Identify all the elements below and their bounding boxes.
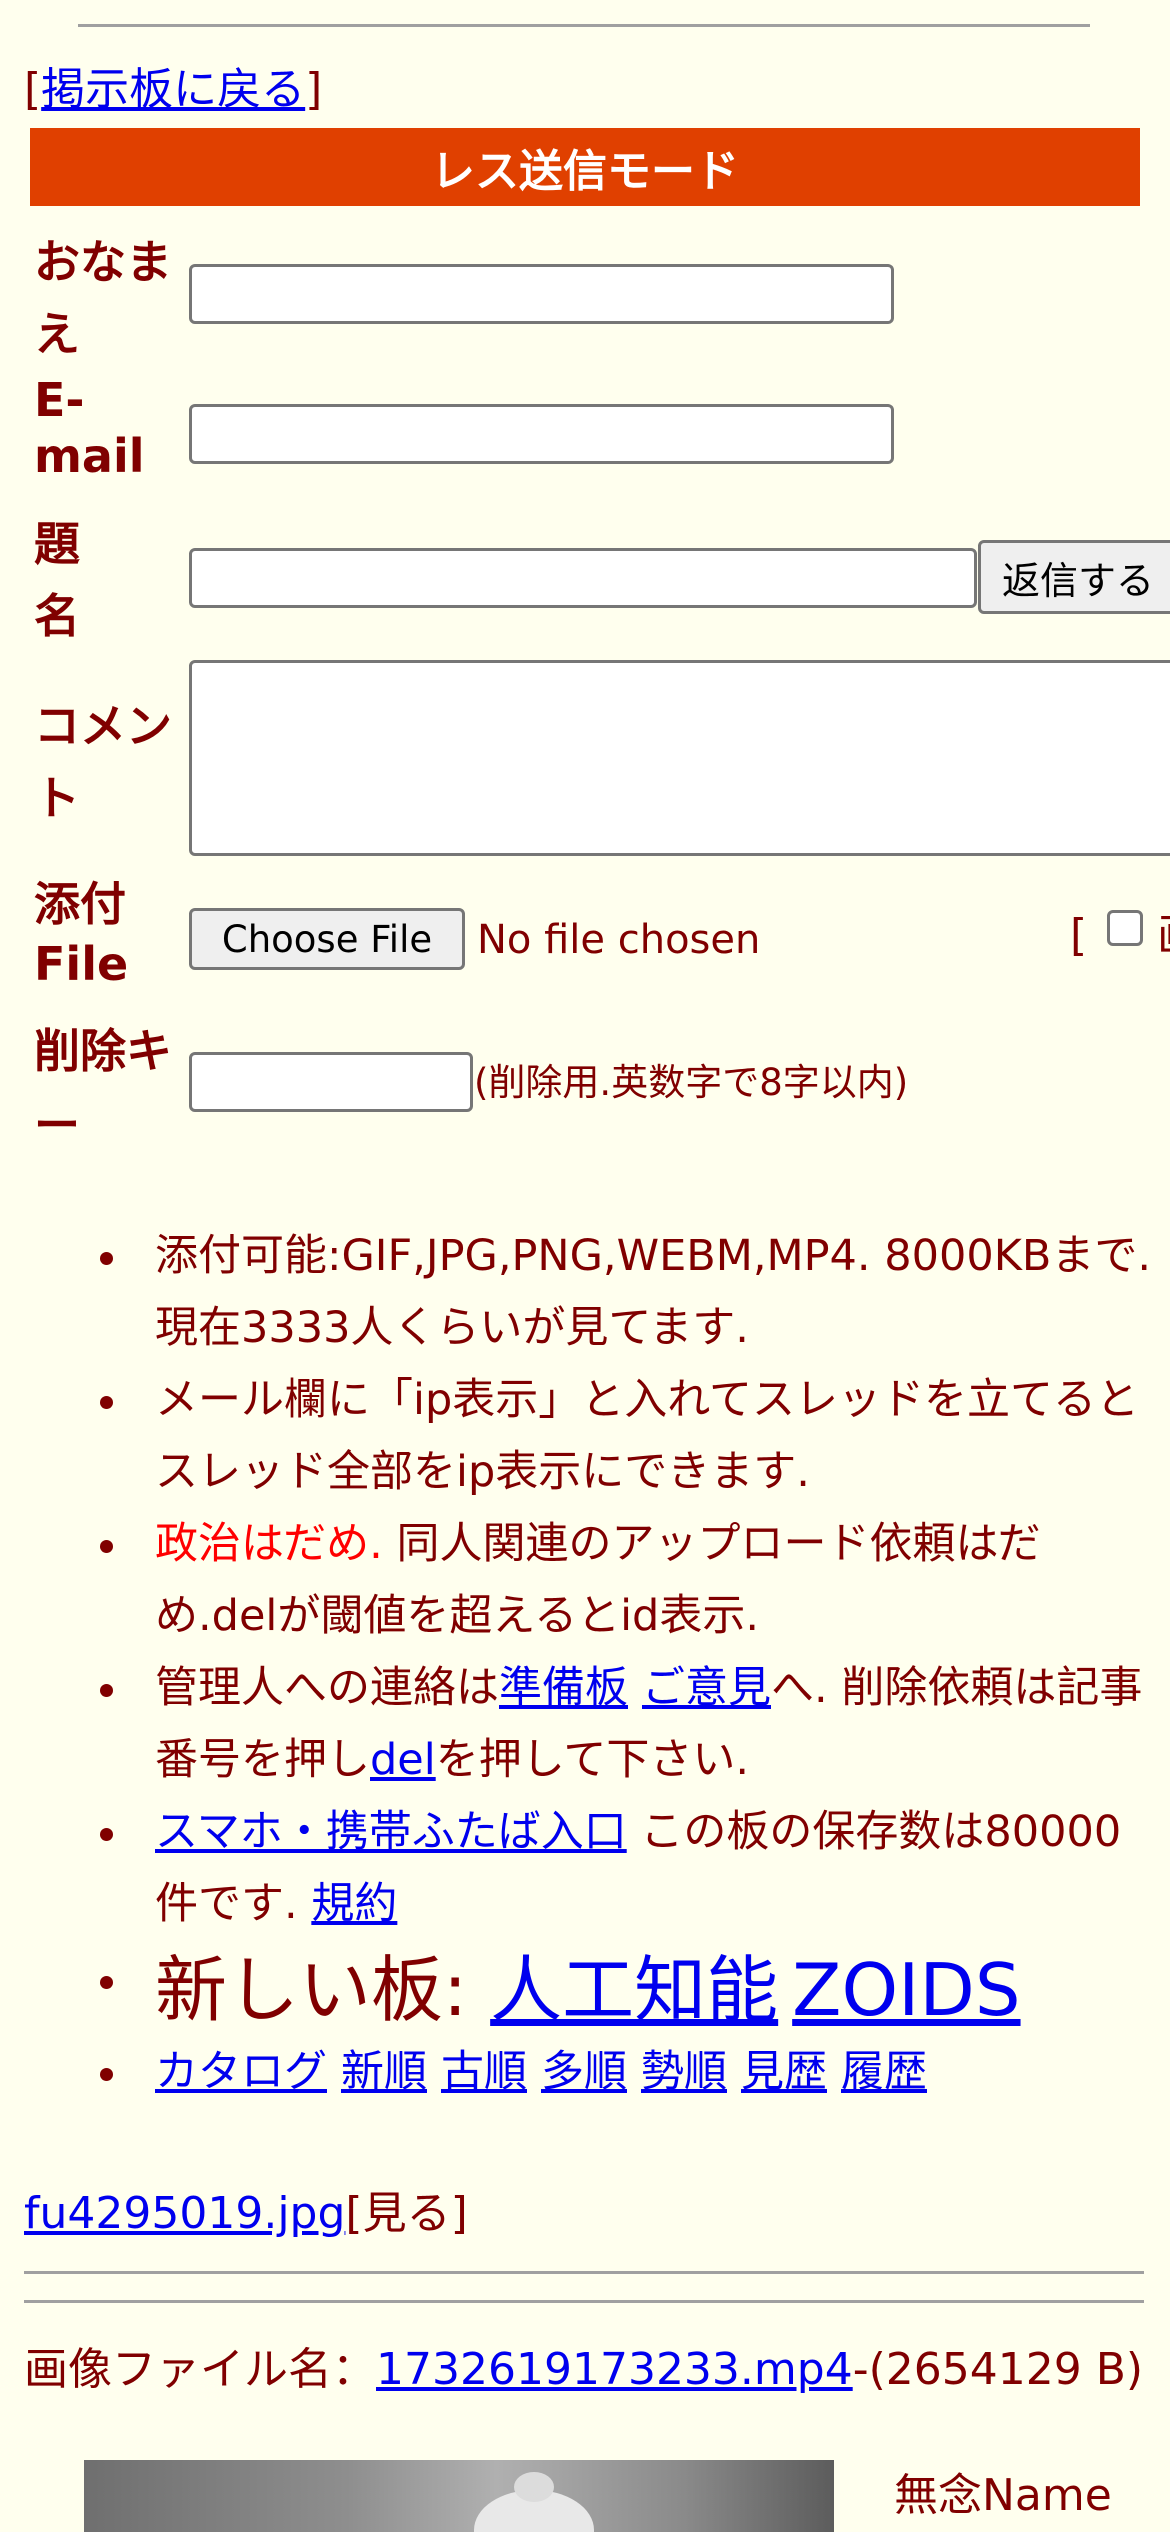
subject-input[interactable] [189, 548, 977, 608]
video-thumbnail[interactable] [84, 2460, 834, 2532]
delete-key-note: (削除用.英数字で8字以内) [474, 1061, 909, 1104]
email-label: E-mail [34, 373, 145, 483]
terms-link[interactable]: 規約 [311, 1879, 397, 1929]
viewed-history-link[interactable]: 見歴 [741, 2047, 827, 2097]
name-label: おなまえ [34, 235, 172, 361]
image-option: [ 画 [1070, 906, 1170, 966]
email-input[interactable] [189, 404, 894, 464]
mobile-entrance-link[interactable]: スマホ・携帯ふたば入口 [155, 1807, 627, 1857]
rule-item-ip: メール欄に「ip表示」と入れてスレッドを立てるとスレッド全部をip表示にできます… [0, 1364, 1160, 1508]
thumbnail-subject-knob [514, 2472, 554, 2502]
reply-mode-banner: レス送信モード [30, 128, 1140, 206]
feedback-link[interactable]: ご意見 [642, 1663, 771, 1713]
rule-item-mobile: スマホ・携帯ふたば入口 この板の保存数は80000件です. 規約 [0, 1796, 1160, 1940]
post-file-link[interactable]: 1732619173233.mp4 [376, 2344, 853, 2395]
choose-file-label: Choose File [221, 917, 433, 961]
reply-submit-label: 返信する [1001, 558, 1154, 603]
sort-momentum-link[interactable]: 勢順 [641, 2047, 727, 2097]
post-author: 無念Name [894, 2470, 1112, 2521]
delete-key-input[interactable] [189, 1052, 473, 1112]
comment-label: コメント [34, 699, 172, 825]
new-boards-label: 新しい板: [155, 1948, 491, 2032]
rule-contact-text-a: 管理人への連絡は [155, 1663, 499, 1713]
zoids-board-link[interactable]: ZOIDS [792, 1948, 1020, 2032]
sort-old-link[interactable]: 古順 [441, 2047, 527, 2097]
prep-board-link[interactable]: 準備板 [499, 1663, 628, 1713]
top-divider [78, 24, 1090, 27]
subject-label: 題名 [34, 517, 80, 643]
post-file-info: 画像ファイル名：1732619173233.mp4-(2654129 B) [24, 2340, 1144, 2400]
no-file-chosen-text: No file chosen [477, 917, 761, 963]
rule-item-contact: 管理人への連絡は準備板 ご意見へ. 削除依頼は記事番号を押しdelを押して下さい. [0, 1652, 1160, 1796]
del-link[interactable]: del [370, 1735, 436, 1785]
post-file-size: -(2654129 B) [852, 2344, 1144, 2395]
back-to-board-link[interactable]: 掲示板に戻る [41, 64, 305, 115]
view-file-text: [見る] [345, 2188, 468, 2239]
rule-item-politics: 政治はだめ. 同人関連のアップロード依頼はだめ.delが閾値を超えるとid表示. [0, 1508, 1160, 1652]
comment-textarea[interactable] [189, 660, 1170, 856]
bracket-close: ] [305, 64, 323, 115]
rule-item-new-boards: 新しい板: 人工知能 ZOIDS [0, 1944, 1160, 2036]
catalog-link[interactable]: カタログ [155, 2047, 327, 2097]
banner-title: レス送信モード [431, 146, 739, 197]
name-input[interactable] [189, 264, 894, 324]
rule-item-attach: 添付可能:GIF,JPG,PNG,WEBM,MP4. 8000KBまで. 現在3… [0, 1220, 1160, 1364]
attach-label: 添付File [34, 877, 129, 991]
ai-board-link[interactable]: 人工知能 [490, 1948, 778, 2032]
rule-attach-text: 添付可能:GIF,JPG,PNG,WEBM,MP4. 8000KBまで. 現在3… [155, 1231, 1152, 1353]
divider-2 [24, 2300, 1144, 2303]
rule-item-sort-links: カタログ 新順 古順 多順 勢順 見歴 履歴 [0, 2036, 1160, 2108]
rule-ip-text: メール欄に「ip表示」と入れてスレッドを立てるとスレッド全部をip表示にできます… [155, 1375, 1139, 1497]
back-link-line: [掲示板に戻る] [24, 60, 322, 120]
bracket-open: [ [24, 64, 42, 115]
rules-list: 添付可能:GIF,JPG,PNG,WEBM,MP4. 8000KBまで. 現在3… [0, 1220, 1160, 2108]
rule-contact-text-c: を押して下さい. [435, 1735, 750, 1785]
sort-new-link[interactable]: 新順 [341, 2047, 427, 2097]
image-option-bracket: [ [1070, 910, 1088, 961]
sort-most-link[interactable]: 多順 [541, 2047, 627, 2097]
file-line: fu4295019.jpg[見る] [24, 2184, 468, 2244]
post-file-label: 画像ファイル名： [24, 2344, 376, 2395]
rule-politics-warning: 政治はだめ. [155, 1519, 383, 1569]
image-option-label: 画 [1157, 910, 1170, 961]
delete-key-label: 削除キー [34, 1024, 172, 1152]
reply-submit-button[interactable]: 返信する [978, 540, 1170, 614]
uploaded-file-link[interactable]: fu4295019.jpg [24, 2188, 345, 2239]
post-history-link[interactable]: 履歴 [841, 2047, 927, 2097]
no-image-checkbox[interactable] [1107, 910, 1144, 946]
divider-1 [24, 2271, 1144, 2274]
choose-file-button[interactable]: Choose File [189, 908, 465, 970]
